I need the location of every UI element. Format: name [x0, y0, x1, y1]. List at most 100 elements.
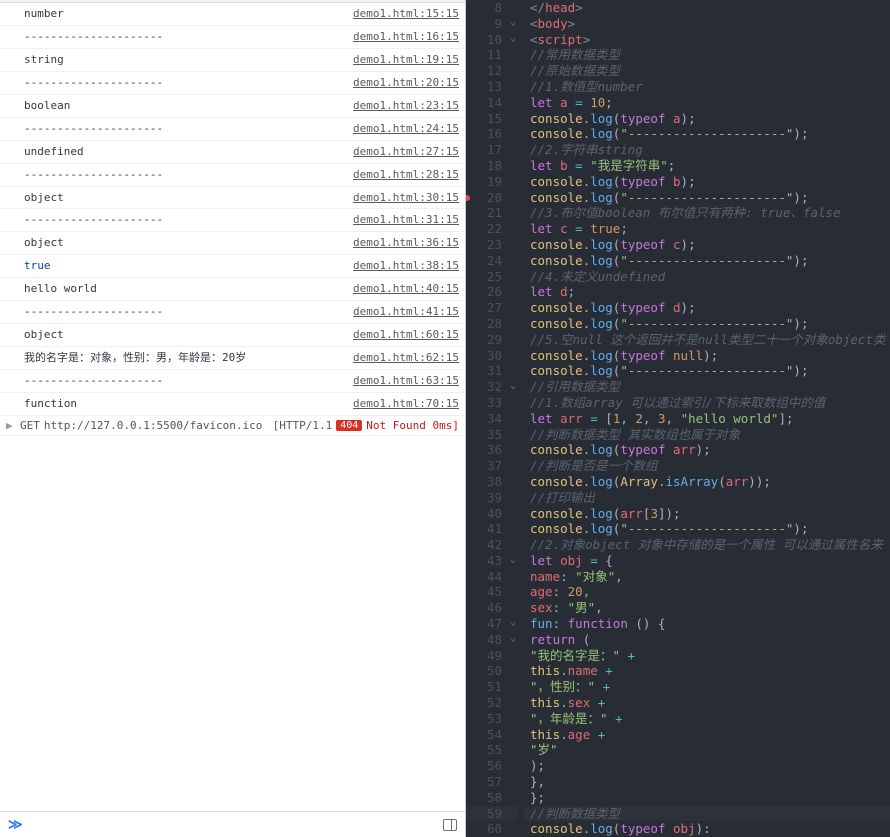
code-line[interactable]: //2.字符串string	[524, 142, 890, 158]
line-number[interactable]: 53	[466, 711, 518, 727]
console-log-row[interactable]: numberdemo1.html:15:15	[0, 3, 465, 26]
code-line[interactable]: //引用数据类型	[524, 379, 890, 395]
console-prompt-icon[interactable]: ≫	[8, 817, 23, 833]
code-line[interactable]: //判断数据类型	[524, 806, 890, 822]
line-number[interactable]: 33	[466, 395, 518, 411]
line-number[interactable]: 21	[466, 205, 518, 221]
line-number[interactable]: 16	[466, 126, 518, 142]
console-source-link[interactable]: demo1.html:60:15	[353, 327, 459, 343]
code-line[interactable]: "，年龄是：" +	[524, 711, 890, 727]
line-number[interactable]: 46	[466, 600, 518, 616]
line-number[interactable]: 49	[466, 648, 518, 664]
console-source-link[interactable]: demo1.html:15:15	[353, 6, 459, 22]
line-number[interactable]: 40	[466, 506, 518, 522]
code-line[interactable]: //3.布尔值boolean 布尔值只有两种: true、false	[524, 205, 890, 221]
line-number[interactable]: 20	[466, 190, 518, 206]
line-number[interactable]: 58	[466, 790, 518, 806]
line-number[interactable]: 28	[466, 316, 518, 332]
console-log-row[interactable]: objectdemo1.html:30:15	[0, 187, 465, 210]
console-log-row[interactable]: ---------------------demo1.html:20:15	[0, 72, 465, 95]
line-number[interactable]: 37	[466, 458, 518, 474]
line-number[interactable]: 25	[466, 269, 518, 285]
console-source-link[interactable]: demo1.html:40:15	[353, 281, 459, 297]
console-source-link[interactable]: demo1.html:23:15	[353, 98, 459, 114]
code-line[interactable]: <body>	[524, 16, 890, 32]
code-line[interactable]: console.log(typeof null);	[524, 348, 890, 364]
console-log-row[interactable]: truedemo1.html:38:15	[0, 255, 465, 278]
line-number[interactable]: 38	[466, 474, 518, 490]
code-line[interactable]: return (	[524, 632, 890, 648]
line-number[interactable]: 15	[466, 111, 518, 127]
line-number[interactable]: 9⌄	[466, 16, 518, 32]
code-line[interactable]: "，性别：" +	[524, 679, 890, 695]
code-line[interactable]: );	[524, 758, 890, 774]
line-number[interactable]: 56	[466, 758, 518, 774]
console-source-link[interactable]: demo1.html:28:15	[353, 167, 459, 183]
line-number[interactable]: 18	[466, 158, 518, 174]
line-number[interactable]: 19	[466, 174, 518, 190]
line-number[interactable]: 30	[466, 348, 518, 364]
code-line[interactable]: //5.空null 这个返回并不是null类型二十一个对象object类	[524, 332, 890, 348]
line-number[interactable]: 14	[466, 95, 518, 111]
line-number[interactable]: 54	[466, 727, 518, 743]
code-line[interactable]: //原始数据类型	[524, 63, 890, 79]
fold-chevron-icon[interactable]: ⌄	[510, 380, 516, 393]
expand-arrow-icon[interactable]: ▶	[6, 419, 16, 432]
console-source-link[interactable]: demo1.html:20:15	[353, 75, 459, 91]
code-line[interactable]: console.log("---------------------");	[524, 190, 890, 206]
breakpoint-icon[interactable]	[466, 195, 470, 201]
fold-chevron-icon[interactable]: ⌄	[510, 617, 516, 630]
console-log-row[interactable]: ---------------------demo1.html:28:15	[0, 164, 465, 187]
line-number[interactable]: 29	[466, 332, 518, 348]
line-number[interactable]: 17	[466, 142, 518, 158]
code-line[interactable]: //4.未定义undefined	[524, 269, 890, 285]
console-log-row[interactable]: ---------------------demo1.html:41:15	[0, 301, 465, 324]
console-source-link[interactable]: demo1.html:24:15	[353, 121, 459, 137]
line-number[interactable]: 11	[466, 47, 518, 63]
code-line[interactable]: sex: "男",	[524, 600, 890, 616]
code-line[interactable]: age: 20,	[524, 584, 890, 600]
console-source-link[interactable]: demo1.html:30:15	[353, 190, 459, 206]
code-line[interactable]: let b = "我是字符串";	[524, 158, 890, 174]
code-line[interactable]: //常用数据类型	[524, 47, 890, 63]
line-number[interactable]: 51	[466, 679, 518, 695]
console-log-row[interactable]: functiondemo1.html:70:15	[0, 393, 465, 416]
console-log-row[interactable]: ---------------------demo1.html:31:15	[0, 209, 465, 232]
line-number[interactable]: 59	[466, 806, 518, 822]
code-line[interactable]: };	[524, 790, 890, 806]
line-number[interactable]: 32⌄	[466, 379, 518, 395]
code-line[interactable]: //判断是否是一个数组	[524, 458, 890, 474]
console-log-row[interactable]: ---------------------demo1.html:16:15	[0, 26, 465, 49]
code-line[interactable]: "岁"	[524, 742, 890, 758]
console-log-row[interactable]: ---------------------demo1.html:63:15	[0, 370, 465, 393]
line-number[interactable]: 24	[466, 253, 518, 269]
line-number[interactable]: 50	[466, 663, 518, 679]
line-number[interactable]: 36	[466, 442, 518, 458]
line-number[interactable]: 12	[466, 63, 518, 79]
line-number[interactable]: 55	[466, 742, 518, 758]
console-source-link[interactable]: demo1.html:62:15	[353, 350, 459, 366]
console-log-row[interactable]: stringdemo1.html:19:15	[0, 49, 465, 72]
code-line[interactable]: let arr = [1, 2, 3, "hello world"];	[524, 411, 890, 427]
line-number[interactable]: 39	[466, 490, 518, 506]
code-line[interactable]: console.log("---------------------");	[524, 363, 890, 379]
console-log-row[interactable]: ---------------------demo1.html:24:15	[0, 118, 465, 141]
console-source-link[interactable]: demo1.html:38:15	[353, 258, 459, 274]
line-number[interactable]: 27	[466, 300, 518, 316]
code-line[interactable]: //1.数组array 可以通过索引/下标来取数组中的值	[524, 395, 890, 411]
line-number[interactable]: 57	[466, 774, 518, 790]
line-number[interactable]: 45	[466, 584, 518, 600]
console-log-row[interactable]: hello worlddemo1.html:40:15	[0, 278, 465, 301]
console-source-link[interactable]: demo1.html:70:15	[353, 396, 459, 412]
code-line[interactable]: name: "对象",	[524, 569, 890, 585]
code-line[interactable]: //2.对象object 对象中存储的是一个属性 可以通过属性名来	[524, 537, 890, 553]
fold-chevron-icon[interactable]: ⌄	[510, 33, 516, 46]
code-line[interactable]: let a = 10;	[524, 95, 890, 111]
line-number[interactable]: 60	[466, 821, 518, 837]
code-area[interactable]: </head><body><script>//常用数据类型//原始数据类型//1…	[524, 0, 890, 837]
code-line[interactable]: console.log(typeof b);	[524, 174, 890, 190]
line-number[interactable]: 41	[466, 521, 518, 537]
code-line[interactable]: console.log("---------------------");	[524, 253, 890, 269]
console-log-row[interactable]: undefineddemo1.html:27:15	[0, 141, 465, 164]
console-log-row[interactable]: objectdemo1.html:60:15	[0, 324, 465, 347]
